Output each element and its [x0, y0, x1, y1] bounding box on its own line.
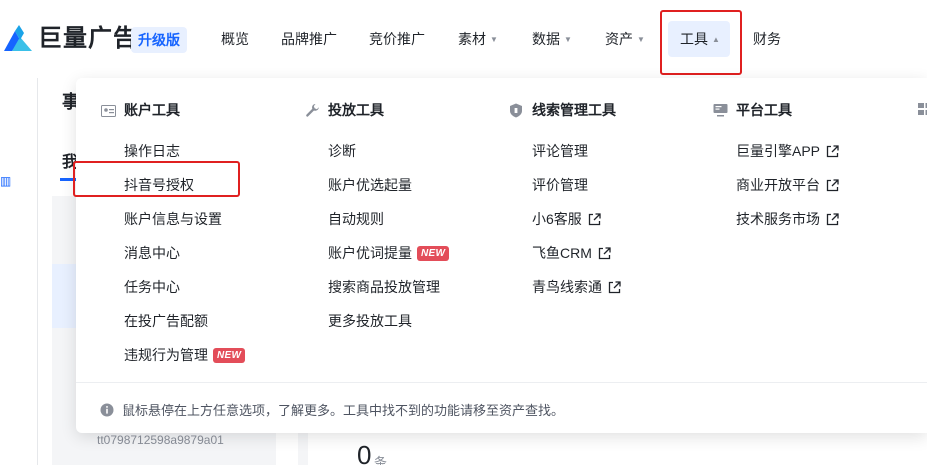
- menu-item-message-center[interactable]: 消息中心: [100, 236, 245, 270]
- nav-item-label: 品牌推广: [281, 31, 337, 47]
- external-link-icon: [826, 144, 839, 157]
- nav-item-finance[interactable]: 财务: [753, 0, 781, 78]
- nav-item-brand-promotion[interactable]: 品牌推广: [281, 0, 337, 78]
- footer-divider: [76, 382, 927, 383]
- ocean-engine-logo-icon: [4, 25, 32, 51]
- account-list-selected: [52, 264, 76, 328]
- menu-item-feiyu-crm[interactable]: 飞鱼CRM: [508, 236, 621, 270]
- nav-item-label: 财务: [753, 31, 781, 47]
- nav-item-data[interactable]: 数据 ▼: [532, 0, 572, 78]
- menu-item-open-platform[interactable]: 商业开放平台: [712, 168, 839, 202]
- menu-item-keyword-boost[interactable]: 账户优词提量 NEW: [304, 236, 450, 270]
- nav-item-bid-promotion[interactable]: 竞价推广: [369, 0, 425, 78]
- menu-item-diagnosis[interactable]: 诊断: [304, 134, 449, 168]
- external-link-icon: [598, 246, 611, 259]
- menu-item-service-market[interactable]: 技术服务市场: [712, 202, 839, 236]
- menu-item-search-product-management[interactable]: 搜索商品投放管理: [304, 270, 449, 304]
- column-delivery-tools: 投放工具 诊断 账户优选起量 自动规则 账户优词提量 NEW 搜索商品投放管理 …: [304, 100, 450, 338]
- menu-item-ocean-engine-app[interactable]: 巨量引擎APP: [712, 134, 839, 168]
- menu-item-comment-management[interactable]: 评论管理: [508, 134, 621, 168]
- external-link-icon: [588, 212, 601, 225]
- footer-hint-text: 鼠标悬停在上方任意选项，了解更多。工具中找不到的功能请移至资产查找。: [122, 403, 565, 418]
- dropdown-footer: 鼠标悬停在上方任意选项，了解更多。工具中找不到的功能请移至资产查找。: [100, 400, 564, 419]
- nav-item-label: 竞价推广: [369, 31, 425, 47]
- menu-item-account-boost[interactable]: 账户优选起量: [304, 168, 449, 202]
- menu-item-label: 消息中心: [124, 245, 180, 261]
- menu-item-task-center[interactable]: 任务中心: [100, 270, 245, 304]
- nav-item-label: 概览: [221, 31, 249, 47]
- column-platform-tools: 平台工具 巨量引擎APP 商业开放平台 技术服务市场: [712, 100, 839, 236]
- nav-item-materials[interactable]: 素材 ▼: [458, 0, 498, 78]
- external-link-icon: [608, 280, 621, 293]
- column-title: 账户工具: [124, 102, 180, 118]
- caret-down-icon: ▼: [490, 34, 498, 44]
- menu-item-label: 青鸟线索通: [532, 279, 602, 295]
- column-title: 线索管理工具: [532, 102, 616, 118]
- caret-down-icon: ▼: [637, 34, 645, 44]
- info-icon: [100, 403, 114, 416]
- stat-count-unit: 条: [374, 455, 388, 465]
- nav-item-assets[interactable]: 资产 ▼: [605, 0, 645, 78]
- tools-dropdown: 账户工具 操作日志 抖音号授权 账户信息与设置 消息中心 任务中心 在投广告配额…: [76, 78, 927, 433]
- menu-item-violation-management[interactable]: 违规行为管理 NEW: [100, 338, 246, 372]
- menu-item-label: 飞鱼CRM: [532, 245, 592, 261]
- menu-item-label: 账户优词提量: [328, 245, 412, 261]
- shield-icon: [508, 102, 524, 118]
- menu-item-label: 技术服务市场: [736, 211, 820, 227]
- column-header: 线索管理工具: [508, 100, 621, 120]
- menu-item-label: 更多投放工具: [328, 313, 412, 329]
- logo[interactable]: 巨量广告: [2, 24, 138, 54]
- column-header: 平台工具: [712, 100, 839, 120]
- top-bar: 巨量广告 升级版 概览 品牌推广 竞价推广 素材 ▼ 数据 ▼ 资产 ▼ 工具 …: [0, 0, 927, 78]
- chart-icon[interactable]: ▥: [0, 174, 12, 188]
- column-title: 平台工具: [736, 102, 792, 118]
- menu-item-label: 评论管理: [532, 143, 588, 159]
- new-badge: NEW: [417, 245, 450, 261]
- wrench-icon: [304, 102, 320, 118]
- left-rail: ▥: [0, 78, 38, 465]
- menu-item-label: 小6客服: [532, 211, 582, 227]
- menu-item-label: 商业开放平台: [736, 177, 820, 193]
- column-header: 投放工具: [304, 100, 449, 120]
- column-title: 投放工具: [328, 102, 384, 118]
- menu-item-review-management[interactable]: 评价管理: [508, 168, 621, 202]
- logo-text: 巨量广告: [38, 25, 138, 52]
- column-account-tools: 账户工具 操作日志 抖音号授权 账户信息与设置 消息中心 任务中心 在投广告配额…: [100, 100, 246, 372]
- menu-item-more-delivery-tools[interactable]: 更多投放工具: [304, 304, 449, 338]
- menu-item-auto-rules[interactable]: 自动规则: [304, 202, 449, 236]
- menu-item-qingniao-leads[interactable]: 青鸟线索通: [508, 270, 621, 304]
- stat-count: 0: [357, 440, 372, 465]
- menu-item-label: 账户优选起量: [328, 177, 412, 193]
- nav-item-label: 数据: [532, 31, 560, 47]
- menu-item-label: 操作日志: [124, 143, 180, 159]
- nav-item-label: 资产: [605, 31, 633, 47]
- douyin-authorization-highlight: [73, 161, 240, 197]
- caret-down-icon: ▼: [564, 34, 572, 44]
- menu-item-label: 巨量引擎APP: [736, 143, 821, 159]
- menu-item-label: 诊断: [328, 143, 356, 159]
- menu-item-label: 自动规则: [328, 211, 384, 227]
- monitor-icon: [712, 102, 728, 118]
- nav-item-label: 素材: [458, 31, 486, 47]
- menu-item-label: 搜索商品投放管理: [328, 279, 440, 295]
- menu-item-label: 违规行为管理: [124, 347, 208, 363]
- account-tools-icon: [100, 102, 116, 118]
- menu-item-label: 任务中心: [124, 279, 180, 295]
- column-lead-tools: 线索管理工具 评论管理 评价管理 小6客服 飞鱼CRM 青鸟线索通: [508, 100, 621, 304]
- edition-badge[interactable]: 升级版: [131, 27, 187, 53]
- external-link-icon: [826, 212, 839, 225]
- nav-item-overview[interactable]: 概览: [221, 0, 249, 78]
- column-header: 账户工具: [100, 100, 245, 120]
- external-link-icon: [826, 178, 839, 191]
- new-badge: NEW: [213, 347, 246, 363]
- account-id: tt0798712598a9879a01: [97, 433, 224, 447]
- menu-item-ad-quota[interactable]: 在投广告配额: [100, 304, 245, 338]
- nav-tools-highlight: [660, 10, 742, 75]
- menu-item-account-settings[interactable]: 账户信息与设置: [100, 202, 245, 236]
- menu-item-label: 在投广告配额: [124, 313, 208, 329]
- grid-icon: [918, 103, 927, 115]
- menu-item-label: 评价管理: [532, 177, 588, 193]
- menu-item-xiao6-service[interactable]: 小6客服: [508, 202, 621, 236]
- menu-item-label: 账户信息与设置: [124, 211, 222, 227]
